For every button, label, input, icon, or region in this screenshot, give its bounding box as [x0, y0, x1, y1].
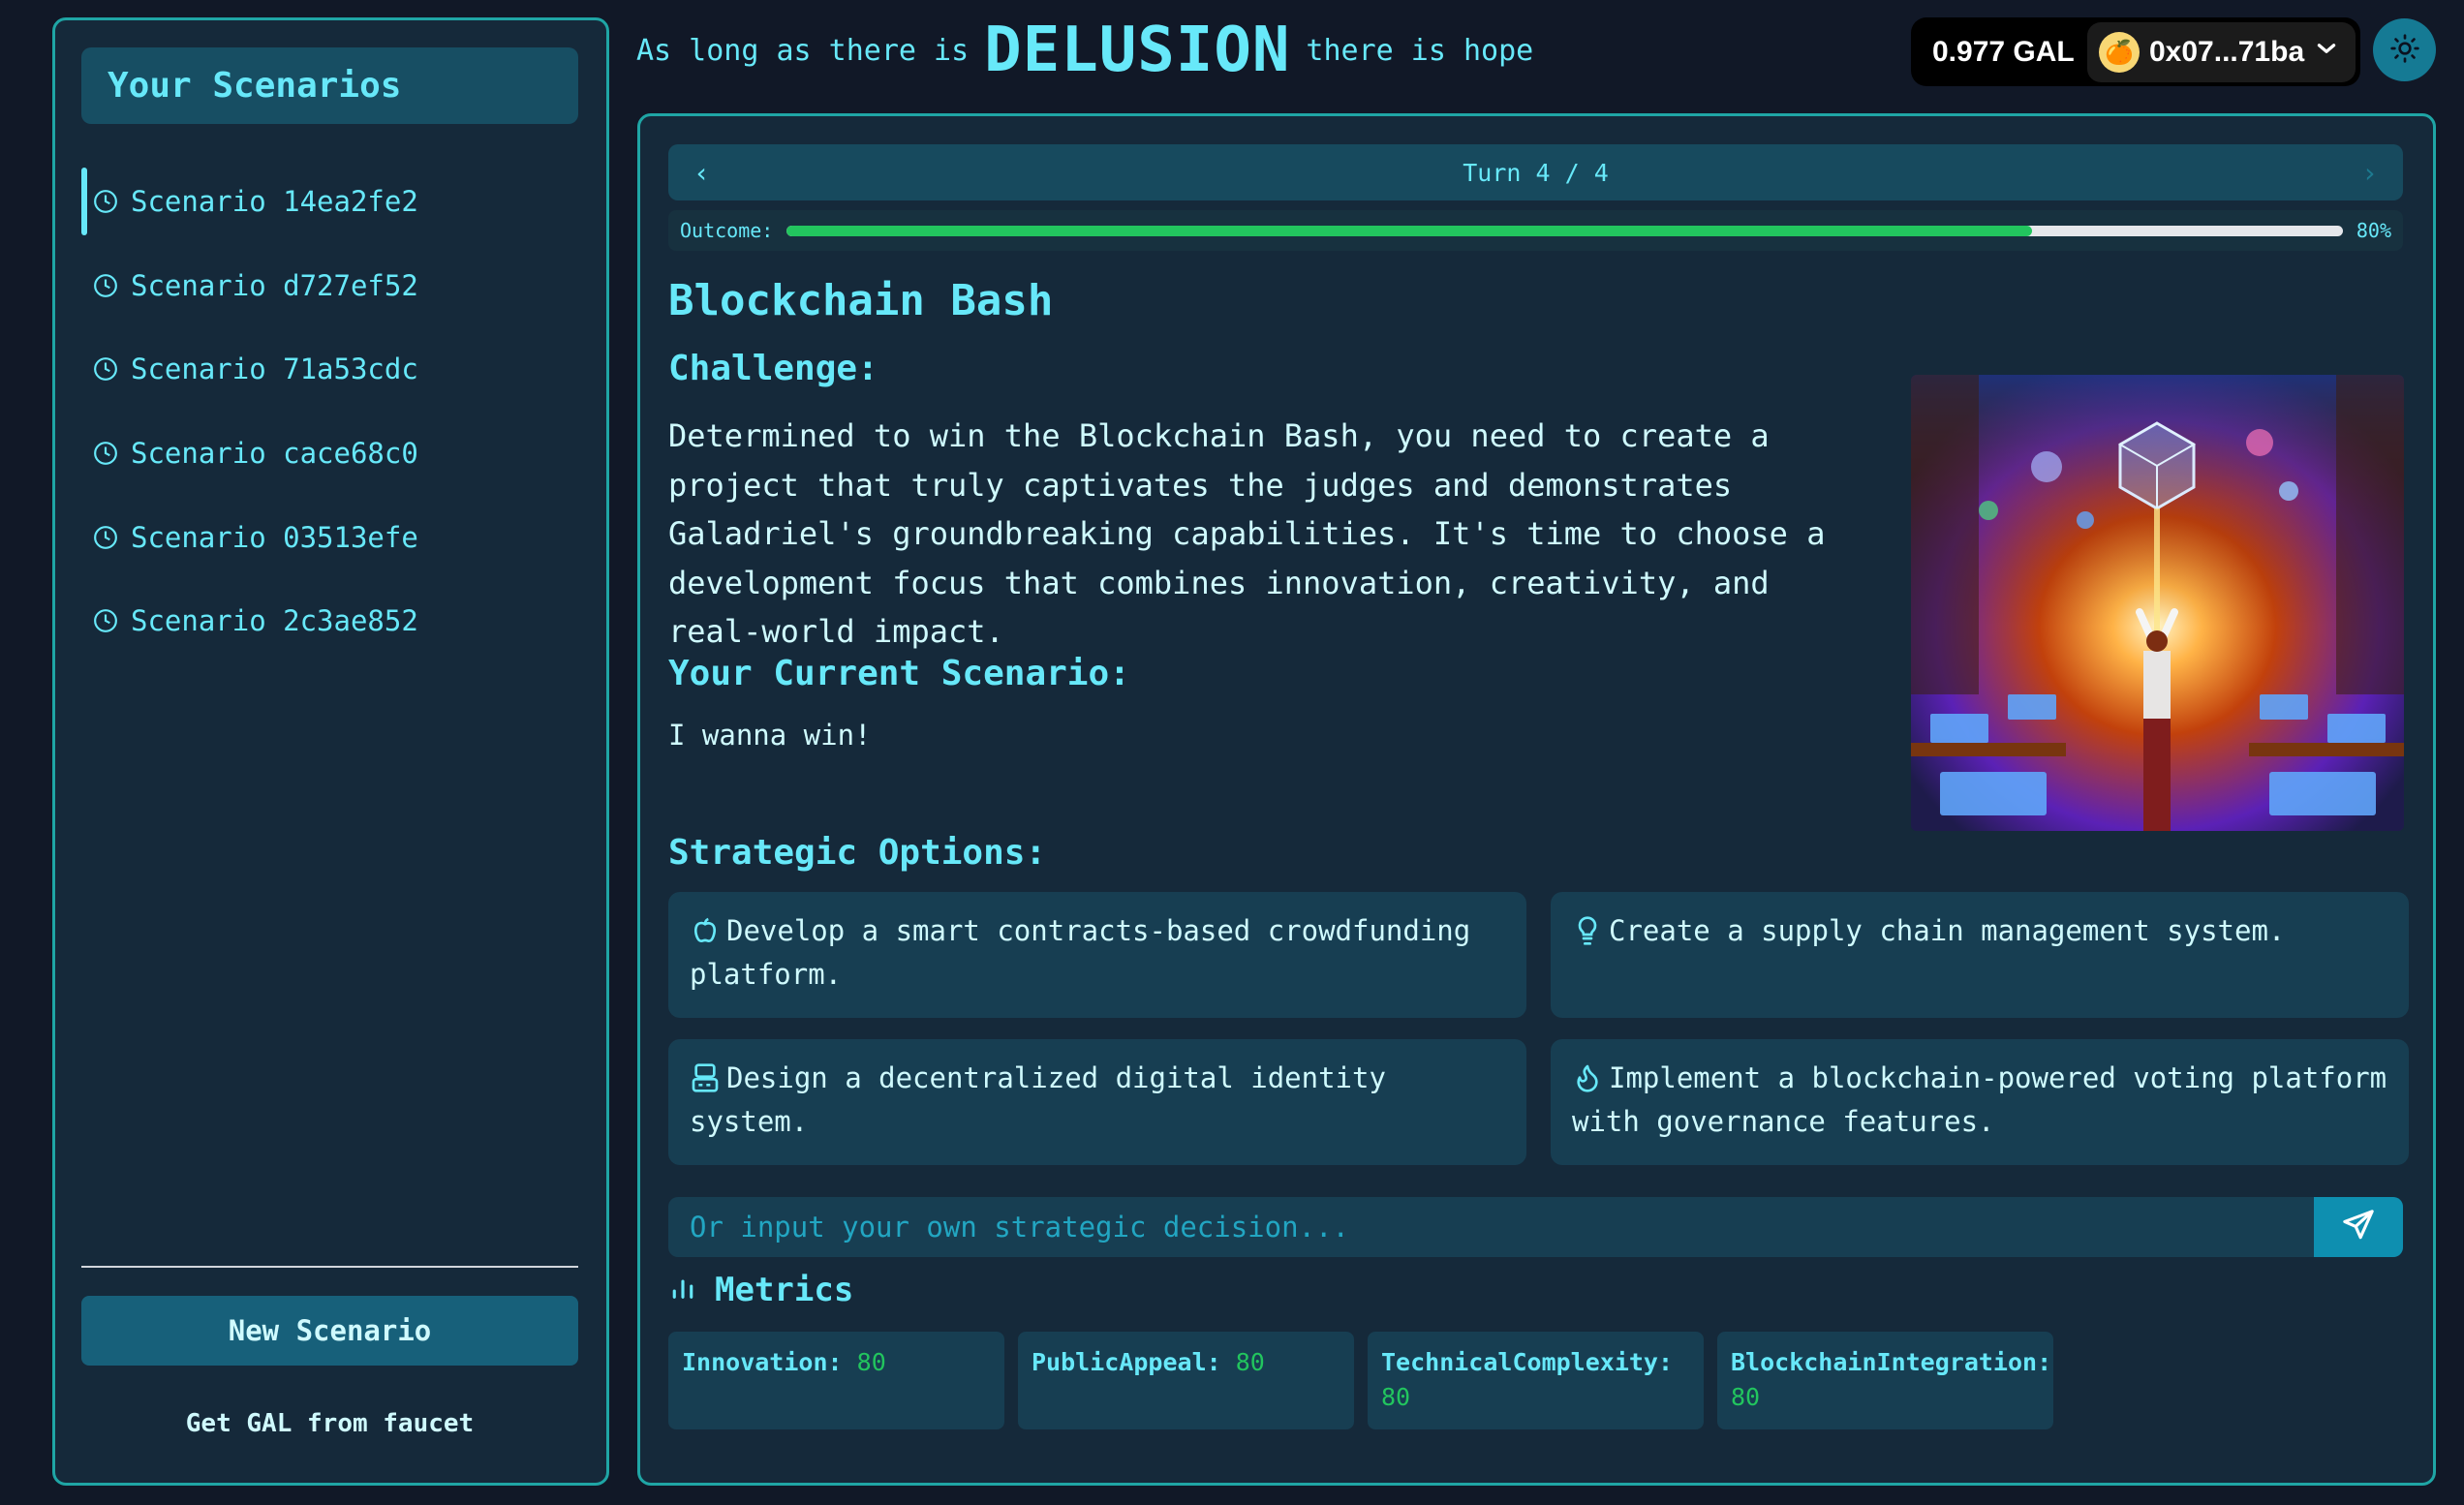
- option-text: Create a supply chain management system.: [1609, 914, 2286, 947]
- tagline-prefix: As long as there is: [636, 33, 970, 68]
- theme-toggle-button[interactable]: [2373, 18, 2436, 81]
- sidebar-item-scenario[interactable]: Scenario 2c3ae852: [81, 587, 578, 655]
- send-button[interactable]: [2314, 1197, 2403, 1257]
- metric-card: PublicAppeal: 80: [1018, 1332, 1354, 1429]
- strategic-option[interactable]: Implement a blockchain-powered voting pl…: [1551, 1039, 2409, 1165]
- tagline-emphasis: DELUSION: [984, 15, 1291, 86]
- metric-card: Innovation: 80: [668, 1332, 1004, 1429]
- strategic-option[interactable]: Create a supply chain management system.: [1551, 892, 2409, 1018]
- metric-card: TechnicalComplexity: 80: [1368, 1332, 1704, 1429]
- metric-value: 80: [1731, 1383, 1761, 1411]
- clock-icon: [93, 189, 118, 214]
- metric-name: TechnicalComplexity:: [1381, 1348, 1674, 1376]
- challenge-heading: Challenge:: [668, 349, 878, 388]
- sidebar-item-scenario[interactable]: Scenario 14ea2fe2: [81, 168, 578, 235]
- outcome-bar: Outcome: 80%: [668, 210, 2403, 251]
- metrics-title: Metrics: [715, 1271, 854, 1309]
- apple-icon: [690, 915, 721, 946]
- tagline-suffix: there is hope: [1306, 33, 1534, 68]
- tagline: As long as there is DELUSION there is ho…: [636, 12, 1533, 89]
- previous-turn-button[interactable]: ‹: [693, 157, 710, 189]
- sun-icon: [2389, 33, 2420, 68]
- sidebar-item-scenario[interactable]: Scenario d727ef52: [81, 252, 578, 320]
- sidebar-divider: [81, 1266, 578, 1268]
- turn-navigator: ‹ Turn 4 / 4 ›: [668, 144, 2403, 200]
- clock-icon: [93, 608, 118, 633]
- option-text: Implement a blockchain-powered voting pl…: [1572, 1061, 2387, 1138]
- sidebar-item-label: Scenario 14ea2fe2: [131, 185, 418, 218]
- sidebar-title: Your Scenarios: [81, 47, 578, 124]
- send-icon: [2342, 1209, 2375, 1245]
- outcome-progress-fill: [786, 225, 2032, 236]
- strategic-decision-input[interactable]: [668, 1197, 2315, 1257]
- challenge-text: Determined to win the Blockchain Bash, y…: [668, 417, 1826, 650]
- new-scenario-button[interactable]: New Scenario: [81, 1296, 578, 1366]
- metric-card: BlockchainIntegration: 80: [1717, 1332, 2053, 1429]
- metric-value: 80: [1235, 1348, 1265, 1376]
- account-button[interactable]: 🍊 0x07...71ba: [2087, 22, 2356, 82]
- bar-chart-icon: [668, 1271, 697, 1309]
- wallet-address: 0x07...71ba: [2149, 36, 2305, 68]
- main-panel: ‹ Turn 4 / 4 › Outcome: 80% Blockchain B…: [637, 113, 2436, 1486]
- option-text: Develop a smart contracts-based crowdfun…: [690, 914, 1471, 991]
- turn-label: Turn 4 / 4: [1463, 158, 1609, 187]
- clock-icon: [93, 356, 118, 382]
- lightbulb-icon: [1572, 915, 1603, 946]
- server-icon: [690, 1062, 721, 1093]
- decision-input-row: [668, 1197, 2403, 1257]
- sidebar-item-label: Scenario 71a53cdc: [131, 353, 418, 385]
- sidebar-item-scenario[interactable]: Scenario cace68c0: [81, 419, 578, 487]
- option-text: Design a decentralized digital identity …: [690, 1061, 1386, 1138]
- scenario-title: Blockchain Bash: [668, 276, 1054, 325]
- clock-icon: [93, 525, 118, 550]
- current-scenario-text: I wanna win!: [668, 719, 872, 752]
- sidebar-item-label: Scenario d727ef52: [131, 269, 418, 302]
- next-turn-button[interactable]: ›: [2361, 157, 2378, 189]
- current-scenario-heading: Your Current Scenario:: [668, 654, 1130, 693]
- sidebar-item-label: Scenario cace68c0: [131, 437, 418, 470]
- metric-name: Innovation:: [682, 1348, 843, 1376]
- metric-value: 80: [1381, 1383, 1411, 1411]
- metrics-heading: Metrics: [668, 1271, 853, 1309]
- chevron-down-icon: [2314, 36, 2339, 69]
- wallet-balance: 0.977 GAL: [1932, 35, 2075, 68]
- clock-icon: [93, 441, 118, 466]
- metric-name: BlockchainIntegration:: [1731, 1348, 2052, 1376]
- strategic-options-heading: Strategic Options:: [668, 833, 1047, 873]
- sidebar-item-label: Scenario 03513efe: [131, 521, 418, 554]
- strategic-option[interactable]: Design a decentralized digital identity …: [668, 1039, 1526, 1165]
- flame-icon: [1572, 1062, 1603, 1093]
- metric-name: PublicAppeal:: [1032, 1348, 1221, 1376]
- sidebar-item-label: Scenario 2c3ae852: [131, 604, 418, 637]
- outcome-progress-track: [786, 225, 2343, 236]
- sidebar: Your Scenarios Scenario 14ea2fe2 Scenari…: [52, 17, 609, 1486]
- sidebar-item-scenario[interactable]: Scenario 03513efe: [81, 504, 578, 571]
- avatar: 🍊: [2099, 32, 2140, 73]
- metric-value: 80: [856, 1348, 886, 1376]
- scenario-image: [1911, 375, 2404, 831]
- faucet-link[interactable]: Get GAL from faucet: [81, 1402, 578, 1445]
- clock-icon: [93, 273, 118, 298]
- outcome-label: Outcome:: [680, 219, 774, 242]
- wallet-widget: 0.977 GAL 🍊 0x07...71ba: [1911, 17, 2360, 86]
- strategic-option[interactable]: Develop a smart contracts-based crowdfun…: [668, 892, 1526, 1018]
- sidebar-item-scenario[interactable]: Scenario 71a53cdc: [81, 335, 578, 403]
- outcome-percent: 80%: [2356, 219, 2391, 242]
